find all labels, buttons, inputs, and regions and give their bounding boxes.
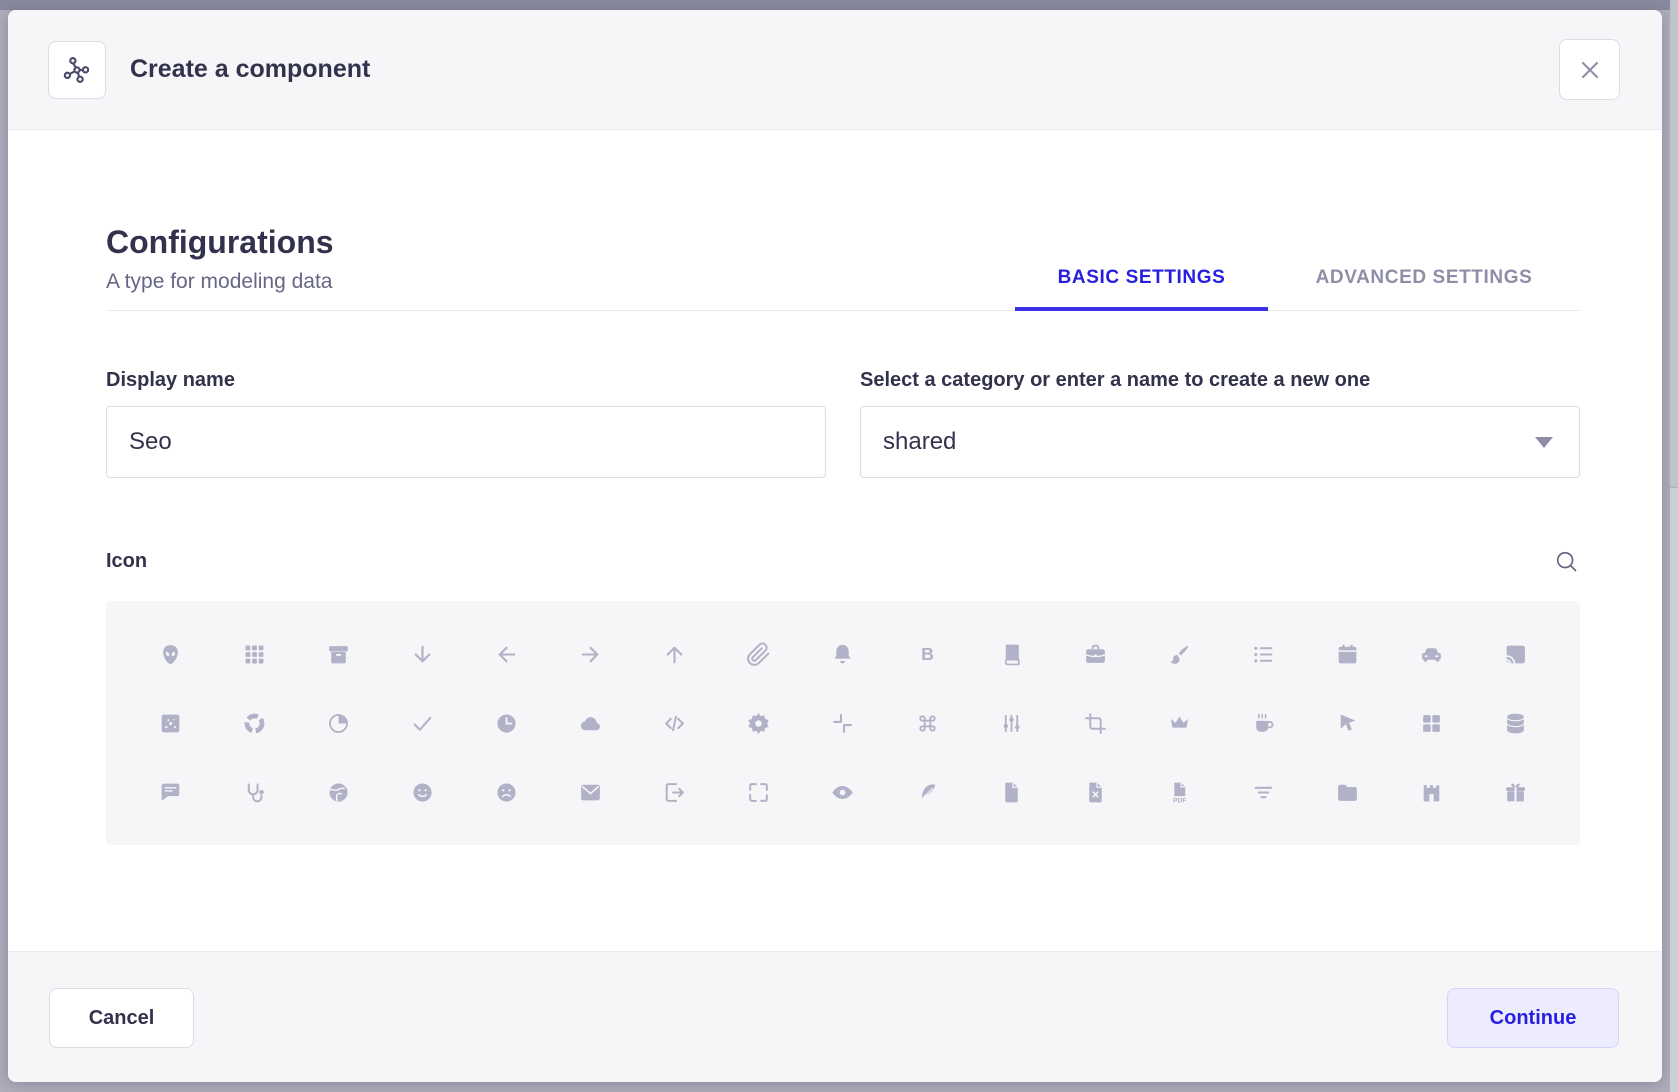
tab-advanced-settings[interactable]: ADVANCED SETTINGS xyxy=(1268,267,1580,311)
section-subtitle: A type for modeling data xyxy=(106,270,334,294)
icon-label: Icon xyxy=(106,550,147,573)
exit-icon[interactable] xyxy=(633,758,717,827)
chart-bubble-icon[interactable] xyxy=(128,689,212,758)
arrow-down-icon[interactable] xyxy=(380,620,464,689)
icon-picker-grid: B PDF xyxy=(106,601,1580,845)
crop-icon[interactable] xyxy=(1053,689,1137,758)
cog-icon[interactable] xyxy=(717,689,801,758)
modal-title: Create a component xyxy=(130,55,1559,84)
category-select-value: shared xyxy=(883,428,1535,456)
folder-icon[interactable] xyxy=(1306,758,1390,827)
cast-icon[interactable] xyxy=(1474,620,1558,689)
section-title: Configurations xyxy=(106,222,334,262)
dashboard-icon[interactable] xyxy=(1390,689,1474,758)
search-icon xyxy=(1553,548,1580,575)
category-select[interactable]: shared xyxy=(860,406,1580,478)
cup-icon[interactable] xyxy=(1222,689,1306,758)
chart-pie-icon[interactable] xyxy=(296,689,380,758)
arrow-right-icon[interactable] xyxy=(549,620,633,689)
cancel-button[interactable]: Cancel xyxy=(49,988,194,1048)
icon-section-header: Icon xyxy=(106,548,1580,575)
arrow-up-icon[interactable] xyxy=(633,620,717,689)
gift-icon[interactable] xyxy=(1474,758,1558,827)
code-icon[interactable] xyxy=(633,689,717,758)
feather-icon[interactable] xyxy=(885,758,969,827)
component-icon xyxy=(48,41,106,99)
file-pdf-icon[interactable]: PDF xyxy=(1137,758,1221,827)
category-field-group: Select a category or enter a name to cre… xyxy=(860,369,1580,478)
create-component-modal: Create a component Configurations A type… xyxy=(8,10,1662,1082)
discuss-icon[interactable] xyxy=(128,758,212,827)
cursor-icon[interactable] xyxy=(1306,689,1390,758)
form-row: Display name Select a category or enter … xyxy=(106,369,1580,478)
car-icon[interactable] xyxy=(1390,620,1474,689)
modal-footer: Cancel Continue xyxy=(8,951,1662,1082)
modal-header: Create a component xyxy=(8,10,1662,130)
display-name-field-group: Display name xyxy=(106,369,826,478)
collapse-icon[interactable] xyxy=(801,689,885,758)
check-icon[interactable] xyxy=(380,689,464,758)
command-icon[interactable] xyxy=(885,689,969,758)
svg-text:PDF: PDF xyxy=(1173,798,1186,805)
cloud-icon[interactable] xyxy=(549,689,633,758)
alien-icon[interactable] xyxy=(128,620,212,689)
sliders-icon[interactable] xyxy=(969,689,1053,758)
close-icon xyxy=(1578,58,1602,82)
category-label: Select a category or enter a name to cre… xyxy=(860,369,1580,392)
settings-tabs: BASIC SETTINGS ADVANCED SETTINGS xyxy=(1015,267,1580,310)
filter-icon[interactable] xyxy=(1222,758,1306,827)
modal-body: Configurations A type for modeling data … xyxy=(8,222,1662,1042)
display-name-input[interactable] xyxy=(106,406,826,478)
emotion-happy-icon[interactable] xyxy=(380,758,464,827)
doctor-icon[interactable] xyxy=(212,758,296,827)
crown-icon[interactable] xyxy=(1137,689,1221,758)
svg-text:B: B xyxy=(921,644,934,664)
clock-icon[interactable] xyxy=(464,689,548,758)
envelope-icon[interactable] xyxy=(549,758,633,827)
eye-icon[interactable] xyxy=(801,758,885,827)
file-icon[interactable] xyxy=(969,758,1053,827)
close-button[interactable] xyxy=(1559,39,1620,100)
bold-icon[interactable]: B xyxy=(885,620,969,689)
book-icon[interactable] xyxy=(969,620,1053,689)
brush-icon[interactable] xyxy=(1137,620,1221,689)
calendar-icon[interactable] xyxy=(1306,620,1390,689)
bell-icon[interactable] xyxy=(801,620,885,689)
file-error-icon[interactable] xyxy=(1053,758,1137,827)
archive-icon[interactable] xyxy=(296,620,380,689)
page-background-top xyxy=(0,0,1678,10)
gate-icon[interactable] xyxy=(1390,758,1474,827)
display-name-label: Display name xyxy=(106,369,826,392)
continue-button[interactable]: Continue xyxy=(1447,988,1619,1048)
emotion-unhappy-icon[interactable] xyxy=(464,758,548,827)
tab-basic-settings[interactable]: BASIC SETTINGS xyxy=(1015,267,1268,311)
expand-icon[interactable] xyxy=(717,758,801,827)
icon-search-button[interactable] xyxy=(1553,548,1580,575)
page-scrollbar-thumb[interactable] xyxy=(1670,0,1678,488)
database-icon[interactable] xyxy=(1474,689,1558,758)
arrow-left-icon[interactable] xyxy=(464,620,548,689)
chevron-down-icon xyxy=(1535,437,1553,448)
attachment-icon[interactable] xyxy=(717,620,801,689)
apps-icon[interactable] xyxy=(212,620,296,689)
bullet-list-icon[interactable] xyxy=(1222,620,1306,689)
briefcase-icon[interactable] xyxy=(1053,620,1137,689)
chart-circle-icon[interactable] xyxy=(212,689,296,758)
earth-icon[interactable] xyxy=(296,758,380,827)
page-scrollbar[interactable] xyxy=(1670,0,1678,1092)
section-head: Configurations A type for modeling data … xyxy=(106,222,1580,311)
